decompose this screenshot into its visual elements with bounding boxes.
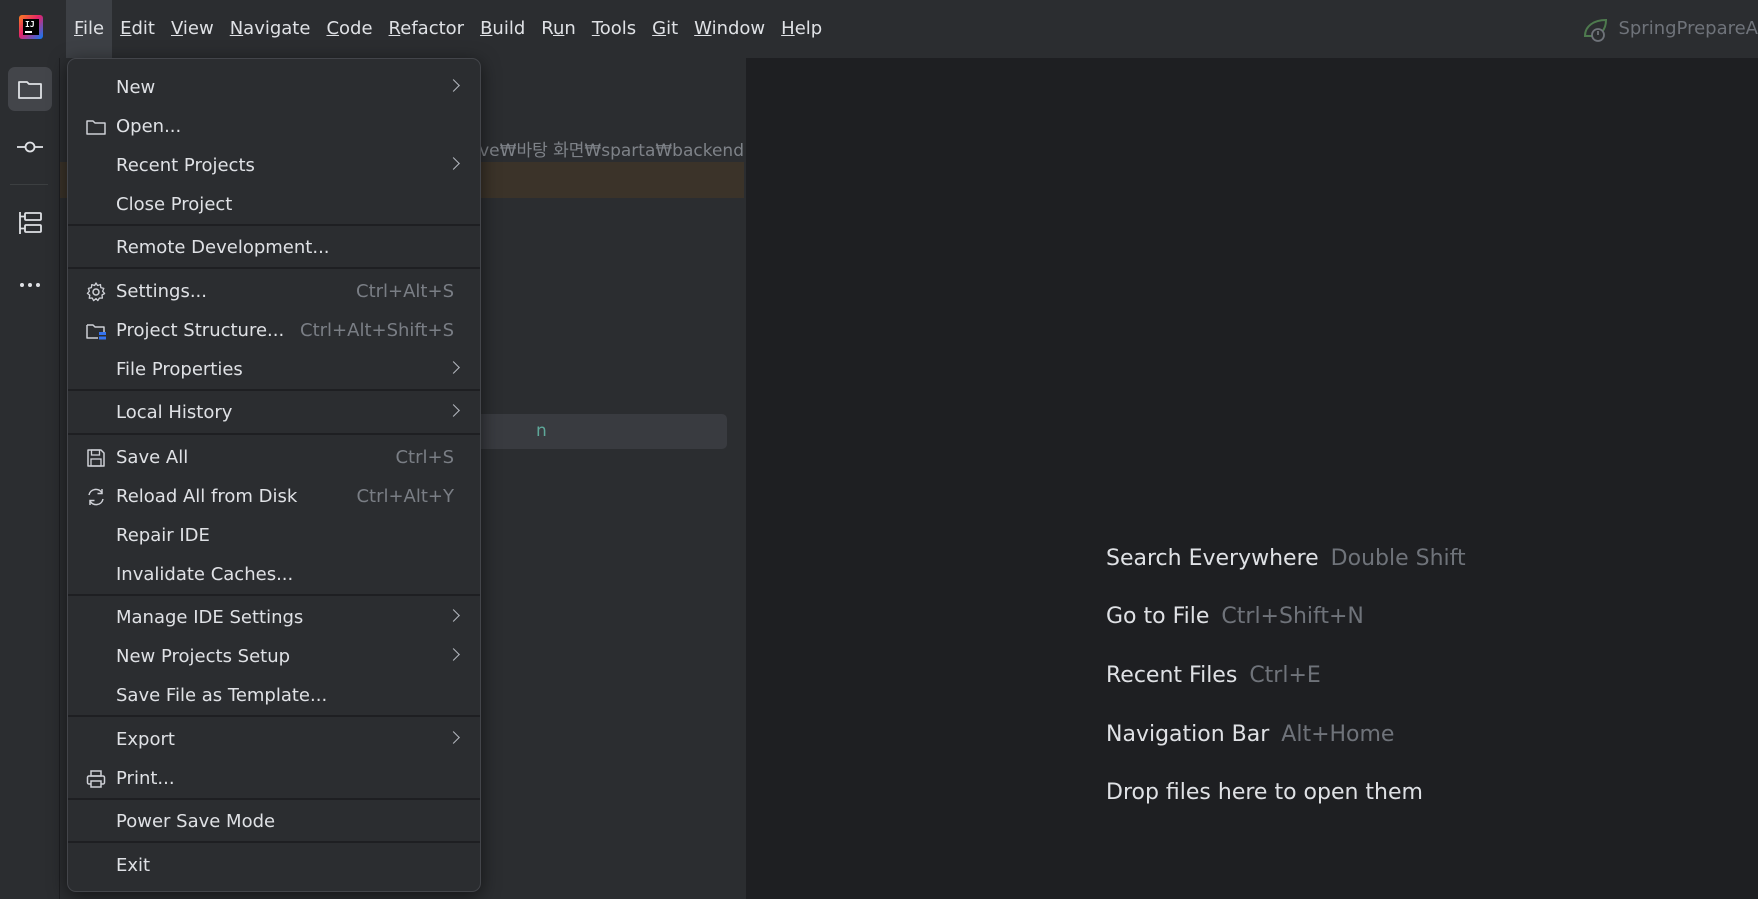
tool-window-strip [0, 58, 60, 899]
main-menu-bar: File Edit View Navigate Code Refactor Bu… [66, 0, 830, 58]
file-menu-popup: New Open... Recent Projects Close Projec… [67, 58, 481, 892]
menu-code[interactable]: Code [318, 0, 380, 58]
printer-icon [86, 770, 106, 788]
menu-item-save-all[interactable]: Save All Ctrl+S [68, 439, 480, 477]
project-path: rive₩바탕 화면₩sparta₩backend [467, 141, 744, 161]
intellij-logo-icon[interactable]: IJ [19, 15, 43, 39]
project-name-label: SpringPrepareA [1618, 18, 1758, 39]
menu-item-power-save-mode[interactable]: Power Save Mode [68, 803, 480, 841]
menu-window[interactable]: Window [686, 0, 773, 58]
structure-icon[interactable] [8, 201, 52, 245]
menu-separator [68, 224, 480, 226]
menu-separator [68, 715, 480, 717]
menu-item-print[interactable]: Print... [68, 760, 480, 798]
menu-item-settings[interactable]: Settings... Ctrl+Alt+S [68, 273, 480, 311]
menu-build[interactable]: Build [472, 0, 533, 58]
selected-tree-row[interactable]: n [460, 414, 727, 449]
menu-item-project-structure[interactable]: Project Structure... Ctrl+Alt+Shift+S [68, 312, 480, 350]
hint-go-to-file: Go to File Ctrl+Shift+N [1106, 604, 1364, 629]
menu-separator [68, 433, 480, 435]
project-structure-icon [86, 324, 106, 340]
title-bar: IJ File Edit View Navigate Code Refactor… [0, 0, 1758, 59]
tool-separator [10, 184, 48, 185]
menu-item-recent-projects[interactable]: Recent Projects [68, 147, 480, 185]
menu-item-save-file-as-template[interactable]: Save File as Template... [68, 677, 480, 715]
menu-view[interactable]: View [163, 0, 222, 58]
menu-separator [68, 594, 480, 596]
chevron-right-icon [447, 404, 460, 417]
hint-drop-files: Drop files here to open them [1106, 780, 1423, 805]
reload-icon [88, 488, 104, 506]
menu-item-exit[interactable]: Exit [68, 847, 480, 885]
menu-separator [68, 267, 480, 269]
menu-tools[interactable]: Tools [584, 0, 644, 58]
menu-item-repair-ide[interactable]: Repair IDE [68, 517, 480, 555]
tree-row-text: n [536, 421, 547, 441]
menu-item-close-project[interactable]: Close Project [68, 186, 480, 224]
menu-separator [68, 841, 480, 843]
menu-separator [68, 798, 480, 800]
chevron-right-icon [447, 648, 460, 661]
hint-search-everywhere: Search Everywhere Double Shift [1106, 546, 1466, 571]
menu-item-reload-all[interactable]: Reload All from Disk Ctrl+Alt+Y [68, 478, 480, 516]
menu-help[interactable]: Help [773, 0, 830, 58]
menu-item-invalidate-caches[interactable]: Invalidate Caches... [68, 556, 480, 594]
menu-item-remote-development[interactable]: Remote Development... [68, 229, 480, 267]
chevron-right-icon [447, 609, 460, 622]
chevron-right-icon [447, 361, 460, 374]
project-widget[interactable]: SpringPrepareA [1582, 0, 1758, 58]
menu-item-open[interactable]: Open... [68, 108, 480, 146]
menu-refactor[interactable]: Refactor [381, 0, 473, 58]
menu-edit[interactable]: Edit [112, 0, 163, 58]
menu-file[interactable]: File [66, 0, 113, 58]
menu-item-export[interactable]: Export [68, 721, 480, 759]
menu-separator [68, 389, 480, 391]
folder-icon [86, 120, 106, 135]
menu-item-local-history[interactable]: Local History [68, 394, 480, 432]
menu-item-file-properties[interactable]: File Properties [68, 351, 480, 389]
commit-icon[interactable] [8, 125, 52, 169]
more-icon[interactable] [8, 263, 52, 307]
chevron-right-icon [447, 731, 460, 744]
chevron-right-icon [447, 157, 460, 170]
hint-navigation-bar: Navigation Bar Alt+Home [1106, 722, 1395, 747]
folder-icon[interactable] [8, 67, 52, 111]
menu-item-new-projects-setup[interactable]: New Projects Setup [68, 638, 480, 676]
chevron-right-icon [447, 79, 460, 92]
editor-area: Search Everywhere Double Shift Go to File… [747, 58, 1758, 899]
menu-item-manage-ide-settings[interactable]: Manage IDE Settings [68, 599, 480, 637]
menu-navigate[interactable]: Navigate [222, 0, 319, 58]
spring-project-icon [1584, 18, 1608, 42]
save-icon [87, 449, 105, 467]
gear-icon [86, 282, 106, 302]
menu-item-new[interactable]: New [68, 69, 480, 107]
menu-git[interactable]: Git [644, 0, 686, 58]
hint-recent-files: Recent Files Ctrl+E [1106, 663, 1321, 688]
menu-run[interactable]: Run [533, 0, 584, 58]
